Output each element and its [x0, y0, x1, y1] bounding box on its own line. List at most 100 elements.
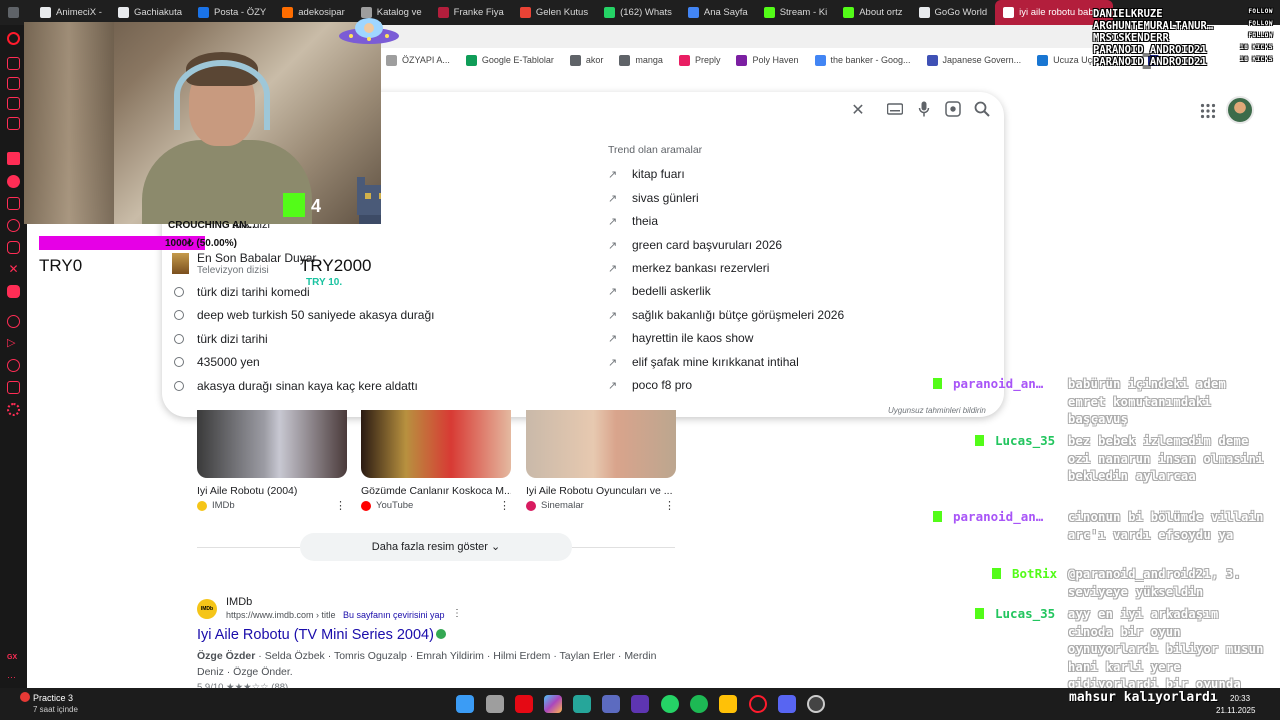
result-more-menu-icon[interactable]: ⋮ [452, 608, 462, 619]
follower-tag: FOLLOW [1248, 20, 1273, 27]
browser-tab[interactable]: Ana Sayfa [680, 0, 756, 25]
google-apps-icon[interactable] [1200, 103, 1216, 119]
tab-label: AnimeciX - [56, 7, 102, 18]
image-menu-icon[interactable]: ⋮ [335, 499, 346, 512]
image-menu-icon[interactable]: ⋮ [499, 499, 510, 512]
trending-suggestion[interactable]: ↗ kitap fuarı [608, 164, 685, 184]
image-menu-icon[interactable]: ⋮ [664, 499, 675, 512]
calendar-icon[interactable] [631, 695, 649, 713]
opera-gx-icon[interactable] [749, 695, 767, 713]
vk-icon[interactable] [7, 152, 20, 165]
trending-suggestion[interactable]: ↗ elif şafak mine kırıkkanat intihal [608, 352, 799, 372]
bookmark-item[interactable]: akor [564, 54, 610, 66]
trending-suggestion[interactable]: ↗ green card başvuruları 2026 [608, 235, 782, 255]
search-icon[interactable] [972, 101, 992, 121]
clear-search-icon[interactable]: ✕ [848, 101, 868, 121]
chat-username[interactable]: BotRix [1012, 566, 1057, 581]
trending-suggestion[interactable]: ↗ merkez bankası rezervleri [608, 258, 769, 278]
browser-tab[interactable]: Gelen Kutus [512, 0, 596, 25]
trending-suggestion[interactable]: ↗ sağlık bakanlığı bütçe görüşmeleri 2026 [608, 305, 844, 325]
netflix-icon[interactable] [515, 695, 533, 713]
divider-left [197, 547, 300, 548]
browser-tab[interactable]: GoGo World [911, 0, 996, 25]
x-icon[interactable]: ✕ [7, 263, 20, 276]
store-icon[interactable] [602, 695, 620, 713]
task-title[interactable]: Practice 3 [33, 693, 73, 703]
bookmark-item[interactable]: Poly Haven [730, 54, 804, 66]
discord-icon[interactable] [7, 175, 20, 188]
windows-start-icon[interactable] [456, 695, 474, 713]
history-suggestion[interactable]: deep web turkish 50 saniyede akasya dura… [174, 305, 435, 325]
bookmark-icon [678, 54, 690, 66]
obs-icon[interactable] [807, 695, 825, 713]
trending-suggestion[interactable]: ↗ bedelli askerlik [608, 281, 711, 301]
history-suggestion[interactable]: 435000 yen [174, 352, 260, 372]
cube-icon[interactable] [7, 381, 20, 394]
webcam-overlay [24, 22, 381, 224]
system-time[interactable]: 20:33 [1230, 694, 1250, 703]
voice-search-icon[interactable] [914, 101, 934, 121]
bookmark-item[interactable]: the banker - Goog... [809, 54, 917, 66]
trending-suggestion[interactable]: ↗ sivas günleri [608, 188, 699, 208]
history-icon[interactable] [7, 315, 20, 328]
file-explorer-icon[interactable] [719, 695, 737, 713]
clock-icon[interactable] [7, 359, 20, 372]
spotify-icon[interactable] [690, 695, 708, 713]
trending-arrow-icon: ↗ [608, 379, 618, 392]
twitch-icon[interactable] [7, 197, 20, 210]
browser-tab[interactable]: Stream - Ki [756, 0, 836, 25]
messenger-icon[interactable] [7, 97, 20, 110]
instagram-icon[interactable] [7, 241, 20, 254]
report-predictions-link[interactable]: Uygunsuz tahminleri bildirin [888, 406, 986, 415]
browser-tab[interactable]: Franke Fiya [430, 0, 512, 25]
chat-username[interactable]: paranoid_an… [953, 509, 1043, 524]
bag-icon[interactable] [7, 77, 20, 90]
send-icon[interactable]: ▷ [7, 337, 20, 350]
result-title-link[interactable]: Iyi Aile Robotu (TV Mini Series 2004) [197, 627, 446, 643]
settings-icon[interactable] [7, 403, 20, 416]
browser-tab[interactable]: About ortz [835, 0, 910, 25]
copilot-icon[interactable] [544, 695, 562, 713]
history-suggestion[interactable]: türk dizi tarihi [174, 329, 268, 349]
history-suggestion[interactable]: akasya durağı sinan kaya kaç kere aldatt… [174, 376, 418, 396]
lens-search-icon[interactable] [943, 101, 963, 121]
gx-icon[interactable]: GX [7, 651, 20, 664]
trending-suggestion[interactable]: ↗ poco f8 pro [608, 375, 692, 395]
bookmark-item[interactable]: Google E-Tablolar [460, 54, 560, 66]
browser-tab[interactable]: (162) Whats [596, 0, 680, 25]
image-caption[interactable]: Iyi Aile Robotu Oyuncuları ve ... [526, 485, 676, 497]
tab-favicon-icon [1003, 7, 1015, 18]
discord-2-icon[interactable] [7, 285, 20, 298]
image-caption[interactable]: Iyi Aile Robotu (2004) [197, 485, 347, 497]
image-result-3[interactable] [526, 410, 676, 478]
chat-username[interactable]: Lucas_35 [995, 606, 1055, 621]
trending-suggestion[interactable]: ↗ hayrettin ile kaos show [608, 328, 753, 348]
image-result-1[interactable] [197, 410, 347, 478]
history-suggestion[interactable]: türk dizi tarihi komedi [174, 282, 310, 302]
bookmark-item[interactable]: ÖZYAPI A... [380, 54, 456, 66]
bookmark-item[interactable]: manga [613, 54, 669, 66]
task-view-icon[interactable] [486, 695, 504, 713]
more-images-button[interactable]: Daha fazla resim göster ⌄ [300, 533, 572, 561]
opera-logo-icon[interactable] [7, 32, 20, 45]
chat-username[interactable]: paranoid_an… [953, 376, 1043, 391]
image-caption[interactable]: Gözümde Canlanır Koskoca M... [361, 485, 511, 497]
chat-username[interactable]: Lucas_35 [995, 433, 1055, 448]
result-url[interactable]: https://www.imdb.com › title [226, 610, 336, 620]
discord-taskbar-icon[interactable] [778, 695, 796, 713]
bookmark-item[interactable]: Preply [673, 54, 727, 66]
whatsapp-icon[interactable] [7, 219, 20, 232]
whatsapp-taskbar-icon[interactable] [661, 695, 679, 713]
keyboard-icon[interactable] [885, 101, 905, 121]
account-avatar[interactable] [1226, 96, 1254, 124]
entity-suggestion-title[interactable]: En Son Babalar Duyar [197, 251, 316, 265]
aria-icon[interactable] [7, 57, 20, 70]
more-icon[interactable]: ··· [7, 671, 20, 684]
trending-suggestion[interactable]: ↗ theia [608, 211, 658, 231]
bookmark-item[interactable]: Japanese Govern... [921, 54, 1028, 66]
system-date[interactable]: 21.11.2025 [1216, 706, 1255, 715]
terminal-icon[interactable] [573, 695, 591, 713]
image-result-2[interactable] [361, 410, 511, 478]
translate-page-link[interactable]: Bu sayfanın çevirisini yap [343, 610, 445, 620]
music-icon[interactable] [7, 117, 20, 130]
